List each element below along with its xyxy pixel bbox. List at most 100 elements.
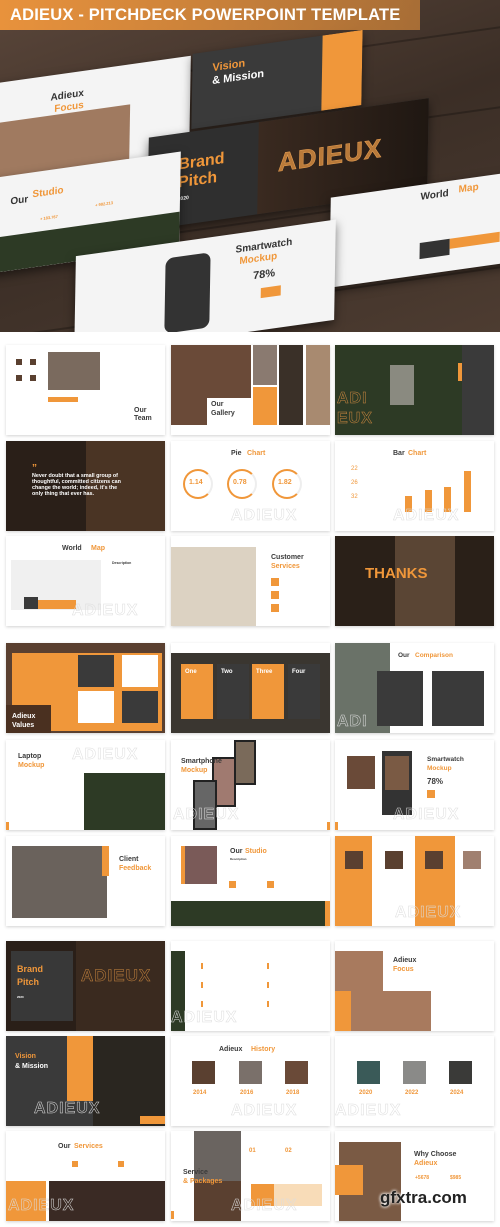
slide-block — [201, 1001, 203, 1007]
slide-block — [335, 991, 351, 1031]
page-title: ADIEUX - PITCHDECK POWERPOINT TEMPLATE — [10, 6, 401, 24]
slide-block — [403, 1061, 426, 1084]
slide-text: 2020 — [359, 1090, 373, 1096]
slide-block — [140, 1116, 165, 1124]
hero-studio-title: Our — [10, 193, 29, 208]
slide-text: 22 — [351, 466, 358, 472]
slide-our-gallery[interactable]: Our Gallery — [171, 345, 330, 435]
slide-photo-leaves[interactable]: ADI EUX — [335, 345, 494, 435]
slide-text: 2018 — [286, 1090, 300, 1096]
slide-block — [93, 1036, 165, 1126]
slide-text: Mockup — [181, 767, 208, 774]
slide-text: Description — [230, 857, 247, 861]
slide-block — [458, 363, 462, 381]
slide-block — [171, 901, 325, 926]
slide-block — [385, 851, 403, 869]
slide-block — [48, 397, 78, 402]
slide-four-steps[interactable]: One Two Three Four — [171, 643, 330, 733]
watermark-text: ADIEUX — [231, 1197, 298, 1215]
watermark-text: ADIEUX — [393, 507, 460, 525]
slide-text: Mockup — [427, 765, 452, 772]
slide-thanks[interactable]: THANKS — [335, 536, 494, 626]
slide-block — [102, 846, 109, 876]
slide-block — [6, 822, 9, 830]
slide-our-team[interactable]: Our Team — [6, 345, 165, 435]
slide-text: 26 — [351, 480, 358, 486]
slide-text: 1.14 — [189, 479, 203, 486]
watermark-text: ADIEUX — [81, 966, 152, 986]
hero-watch-percent: 78% — [252, 267, 276, 283]
slide-text: Values — [12, 722, 35, 729]
watermark-text: ADIEUX — [393, 806, 460, 824]
slide-block — [271, 591, 279, 599]
slide-block — [214, 759, 234, 805]
slide-block — [78, 691, 114, 723]
slide-text: Focus — [393, 966, 414, 973]
slide-text: Team — [134, 415, 152, 422]
slide-adieux-focus[interactable]: Adieux Focus — [335, 941, 494, 1031]
slide-block — [462, 345, 494, 435]
slide-block — [118, 1161, 124, 1167]
slide-block — [390, 365, 414, 405]
slide-block — [449, 1061, 472, 1084]
slide-text: Pitch — [17, 977, 40, 987]
hero-studio-subtitle: Studio — [32, 185, 64, 201]
slide-block — [253, 345, 277, 385]
slide-text: 0.78 — [233, 479, 247, 486]
slide-text: 01 — [249, 1148, 256, 1154]
slide-text: History — [251, 1046, 276, 1053]
slide-smartwatch-mockup[interactable]: Smartwatch Mockup 78% ADIEUX — [335, 740, 494, 830]
slide-block — [16, 359, 22, 365]
slide-text: +5678 — [415, 1175, 430, 1181]
slide-block — [325, 901, 330, 926]
slide-text: & Packages — [183, 1178, 223, 1185]
slide-block — [267, 963, 269, 969]
slide-text: Services — [271, 563, 300, 570]
slide-customer-services[interactable]: Customer Services — [171, 536, 330, 626]
slide-service-packages[interactable]: Service & Packages 01 02 ADIEUX — [171, 1131, 330, 1221]
slide-quote[interactable]: ” Never doubt that a small group of thoug… — [6, 441, 165, 531]
slide-block — [72, 1161, 78, 1167]
slide-block — [347, 756, 375, 789]
slide-block — [335, 822, 338, 830]
watermark-text: ADIEUX — [72, 746, 139, 764]
slide-text: THANKS — [365, 565, 428, 582]
slide-bar-chart[interactable]: Bar Chart 22 26 32 ADIEUX — [335, 441, 494, 531]
slide-client-feedback[interactable]: Client Feedback — [6, 836, 165, 926]
slide-text: Adieux — [414, 1160, 438, 1167]
slide-text: Client — [119, 856, 139, 863]
slide-block — [239, 1061, 262, 1084]
slide-block — [267, 881, 274, 888]
slide-block — [385, 756, 409, 790]
slide-block — [84, 773, 165, 830]
slide-vision-mission[interactable]: Vision & Mission ADIEUX — [6, 1036, 165, 1126]
slide-block — [335, 1165, 363, 1195]
slide-block — [171, 1211, 174, 1219]
slide-world-map[interactable]: World Map Description ADIEUX — [6, 536, 165, 626]
slide-team-cards[interactable]: ADIEUX — [335, 836, 494, 926]
slide-text: Gallery — [211, 410, 235, 417]
slide-smartphone-mockup[interactable]: Smartphone Mockup ADIEUX — [171, 740, 330, 830]
watermark-text: ADIEUX — [231, 1102, 298, 1120]
slide-text: Our — [230, 848, 243, 855]
slide-adieux-values[interactable]: Adieux Values — [6, 643, 165, 733]
slide-text: Smartwatch — [427, 756, 464, 763]
slide-text: & Mission — [15, 1063, 49, 1070]
slide-pie-chart[interactable]: Pie Chart 1.14 0.78 1.82 ADIEUX — [171, 441, 330, 531]
slide-block — [236, 742, 254, 783]
slide-laptop-mockup[interactable]: Laptop Mockup ADIEUX — [6, 740, 165, 830]
slide-text: Service — [183, 1169, 208, 1176]
watermark-text: ADIEUX — [34, 1100, 101, 1118]
slide-our-studio[interactable]: Our Studio Description — [171, 836, 330, 926]
slide-our-services[interactable]: Our Services ADIEUX — [6, 1131, 165, 1221]
slide-block — [432, 671, 484, 726]
slide-text: Three — [256, 669, 273, 675]
slide-our-comparison[interactable]: Our Comparison ADI — [335, 643, 494, 733]
slide-block — [425, 851, 443, 869]
slide-contents[interactable]: ADIEUX — [171, 941, 330, 1031]
slide-history-2[interactable]: 2020 2022 2024 ADIEUX — [335, 1036, 494, 1126]
slide-block — [377, 671, 423, 726]
slide-history-1[interactable]: Adieux History 2014 2016 2018 ADIEUX — [171, 1036, 330, 1126]
slide-block — [171, 547, 256, 626]
slide-brand-pitch[interactable]: Brand Pitch 2020 ADIEUX — [6, 941, 165, 1031]
